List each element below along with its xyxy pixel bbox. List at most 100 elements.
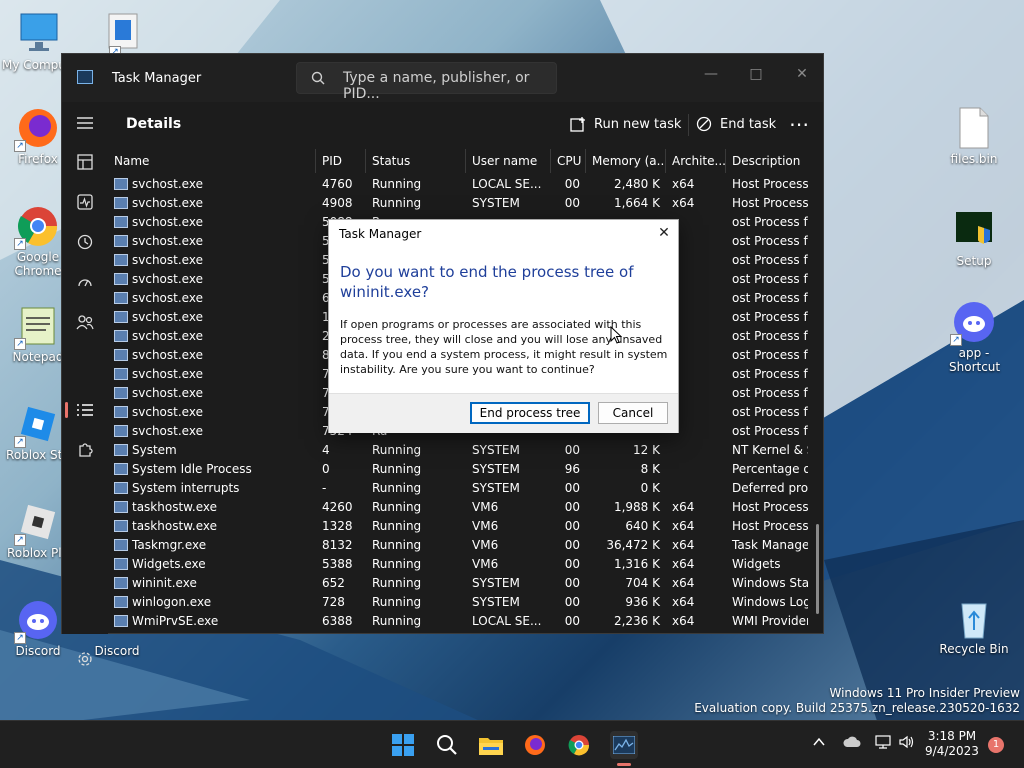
- column-header[interactable]: Archite...: [666, 149, 726, 173]
- taskbar-clock[interactable]: 3:18 PM 9/4/2023: [920, 729, 984, 759]
- table-row[interactable]: System 4 Running SYSTEM 00 12 K NT Kernel & Sy…: [108, 441, 808, 460]
- table-row[interactable]: svchost.exe 4908 Running SYSTEM 00 1,664 K x64…: [108, 194, 808, 213]
- column-header[interactable]: Status: [366, 149, 466, 173]
- nav-services[interactable]: [73, 438, 97, 462]
- cell-text: x64: [672, 177, 695, 191]
- table-cell: svchost.exe: [108, 327, 316, 346]
- taskbar-firefox[interactable]: [522, 732, 548, 758]
- more-options-button[interactable]: ⋯: [789, 112, 809, 136]
- end-task-button[interactable]: End task: [696, 116, 776, 132]
- table-row[interactable]: WmiPrvSE.exe 6388 Running LOCAL SE... 00 2,23…: [108, 612, 808, 631]
- nav-startup-apps[interactable]: [73, 270, 97, 294]
- table-cell: svchost.exe: [108, 213, 316, 232]
- table-cell: ost Process for Wind...: [726, 403, 808, 422]
- chrome-icon: [568, 735, 590, 756]
- search-placeholder: Type a name, publisher, or PID...: [343, 70, 530, 102]
- cell-text: System Idle Process: [132, 462, 252, 476]
- notification-badge[interactable]: 1: [988, 737, 1004, 753]
- table-cell: 00: [551, 194, 586, 213]
- table-cell: 00: [551, 593, 586, 612]
- network-icon: [875, 735, 891, 749]
- nav-details[interactable]: [73, 398, 97, 422]
- cell-text: Running: [372, 500, 422, 514]
- column-header[interactable]: Description: [726, 149, 808, 173]
- vertical-scrollbar[interactable]: [816, 524, 819, 614]
- desktop-icon-setup[interactable]: Setup: [937, 208, 1011, 268]
- cell-text: svchost.exe: [132, 291, 203, 305]
- cell-text: Windows Logon Appli...: [732, 595, 808, 609]
- desktop-icon-shortcut[interactable]: ↗: [80, 12, 154, 58]
- nav-performance[interactable]: [73, 190, 97, 214]
- table-cell: Running: [366, 194, 466, 213]
- details-list-icon: [77, 404, 93, 416]
- process-icon: [114, 330, 128, 342]
- table-row[interactable]: taskhostw.exe 1328 Running VM6 00 640 K x64 Hos…: [108, 517, 808, 536]
- table-row[interactable]: System interrupts - Running SYSTEM 00 0 K Defe…: [108, 479, 808, 498]
- clock-time: 3:18 PM: [927, 729, 977, 743]
- table-row[interactable]: Widgets.exe 5388 Running VM6 00 1,316 K x64 Wid…: [108, 555, 808, 574]
- taskbar-chrome[interactable]: [566, 732, 592, 758]
- table-cell: System: [108, 441, 316, 460]
- onedrive-tray-button[interactable]: [843, 735, 861, 753]
- cell-text: 4: [322, 443, 330, 457]
- taskbar-search-button[interactable]: [434, 732, 460, 758]
- cell-text: Running: [372, 443, 422, 457]
- hamburger-menu-button[interactable]: [73, 111, 97, 135]
- table-row[interactable]: Taskmgr.exe 8132 Running VM6 00 36,472 K x64 Ta…: [108, 536, 808, 555]
- performance-icon: [77, 194, 93, 210]
- table-cell: 12 K: [586, 441, 666, 460]
- cell-text: 2,480 K: [613, 177, 660, 191]
- cell-text: Running: [372, 595, 422, 609]
- nav-settings[interactable]: [73, 647, 97, 671]
- maximize-button[interactable]: □: [736, 60, 776, 88]
- nav-users[interactable]: [73, 310, 97, 334]
- run-new-task-button[interactable]: Run new task: [570, 116, 681, 132]
- process-icon: [114, 501, 128, 513]
- shortcut-arrow-icon: ↗: [950, 334, 962, 346]
- network-tray-button[interactable]: [874, 735, 892, 753]
- cancel-button[interactable]: Cancel: [598, 402, 668, 424]
- column-header[interactable]: CPU: [551, 149, 586, 173]
- table-row[interactable]: svchost.exe 4760 Running LOCAL SE... 00 2,480…: [108, 175, 808, 194]
- column-header[interactable]: Name: [108, 149, 316, 173]
- table-cell: Running: [366, 460, 466, 479]
- active-app-indicator: [617, 763, 631, 766]
- close-button[interactable]: ✕: [782, 60, 822, 88]
- cell-text: svchost.exe: [132, 329, 203, 343]
- table-cell: VM6: [466, 498, 551, 517]
- cell-text: 00: [564, 177, 580, 191]
- table-row[interactable]: winlogon.exe 728 Running SYSTEM 00 936 K x64 Wi…: [108, 593, 808, 612]
- shortcut-arrow-icon: ↗: [14, 338, 26, 350]
- table-cell: Percentage of time th...: [726, 460, 808, 479]
- setup-icon: [952, 208, 996, 252]
- column-header[interactable]: PID: [316, 149, 366, 173]
- minimize-button[interactable]: —: [691, 60, 731, 88]
- nav-processes[interactable]: [73, 150, 97, 174]
- table-cell: 00: [551, 517, 586, 536]
- table-cell: 4760: [316, 175, 366, 194]
- cell-text: svchost.exe: [132, 386, 203, 400]
- table-row[interactable]: System Idle Process 0 Running SYSTEM 96 8 K Pe…: [108, 460, 808, 479]
- dialog-close-icon[interactable]: ✕: [654, 223, 674, 243]
- volume-tray-button[interactable]: [898, 735, 916, 753]
- desktop-icon-files-bin[interactable]: files.bin: [937, 106, 1011, 166]
- column-header[interactable]: User name: [466, 149, 551, 173]
- show-hidden-icons-button[interactable]: [812, 735, 826, 753]
- end-process-tree-button[interactable]: End process tree: [470, 402, 590, 424]
- table-cell: 4: [316, 441, 366, 460]
- cell-text: ost Process for Wind...: [732, 386, 808, 400]
- table-row[interactable]: taskhostw.exe 4260 Running VM6 00 1,988 K x64 H…: [108, 498, 808, 517]
- column-header[interactable]: Memory (a...: [586, 149, 666, 173]
- cell-text: Host Process for Wind...: [732, 196, 808, 210]
- taskbar-file-explorer[interactable]: [478, 732, 504, 758]
- desktop-icon-app-shortcut[interactable]: ↗ app - Shortcut: [937, 300, 1011, 374]
- taskbar-task-manager[interactable]: [610, 731, 638, 759]
- table-cell: Running: [366, 612, 466, 631]
- start-button[interactable]: [390, 732, 416, 758]
- cell-text: svchost.exe: [132, 196, 203, 210]
- search-input[interactable]: Type a name, publisher, or PID...: [296, 62, 557, 102]
- desktop-icon-recycle-bin[interactable]: Recycle Bin: [937, 596, 1011, 656]
- table-row[interactable]: wininit.exe 652 Running SYSTEM 00 704 K x64 Win…: [108, 574, 808, 593]
- nav-app-history[interactable]: [73, 230, 97, 254]
- table-cell: Host Process for Wind...: [726, 194, 808, 213]
